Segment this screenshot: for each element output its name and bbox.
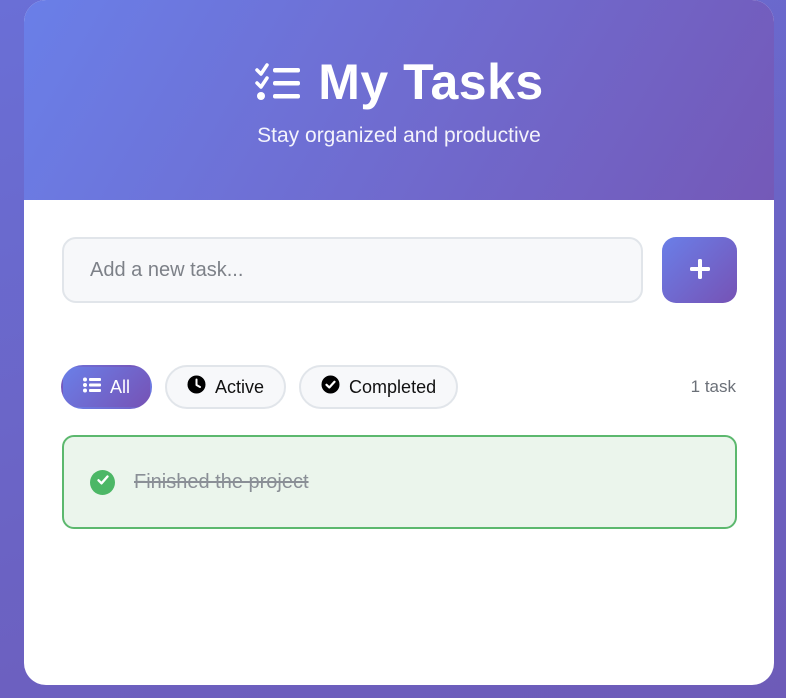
page-title: My Tasks (318, 54, 544, 110)
clock-icon (187, 375, 206, 399)
todo-card: My Tasks Stay organized and productive A… (24, 0, 774, 685)
app-header: My Tasks Stay organized and productive (24, 0, 774, 200)
filter-completed-label: Completed (349, 376, 437, 397)
add-task-row (62, 237, 737, 303)
task-complete-toggle[interactable] (90, 469, 115, 495)
task-count: 1 task (690, 377, 736, 396)
filter-all-button[interactable]: All (61, 365, 153, 409)
filter-all-label: All (110, 376, 131, 397)
task-input[interactable] (62, 237, 643, 303)
filter-active-label: Active (215, 376, 265, 397)
filter-active-button[interactable]: Active (165, 365, 287, 409)
task-text: Finished the project (134, 470, 309, 493)
check-icon (96, 473, 110, 492)
task-item-completed: Finished the project (62, 435, 737, 529)
filter-completed-button[interactable]: Completed (299, 365, 459, 409)
list-icon (83, 377, 101, 398)
checklist-icon (254, 62, 302, 102)
page-subtitle: Stay organized and productive (257, 124, 541, 147)
filter-bar: All Active Completed (61, 365, 459, 409)
plus-icon (689, 258, 711, 283)
add-task-button[interactable] (662, 237, 737, 303)
title-row: My Tasks (24, 52, 774, 112)
check-circle-icon (321, 375, 340, 399)
